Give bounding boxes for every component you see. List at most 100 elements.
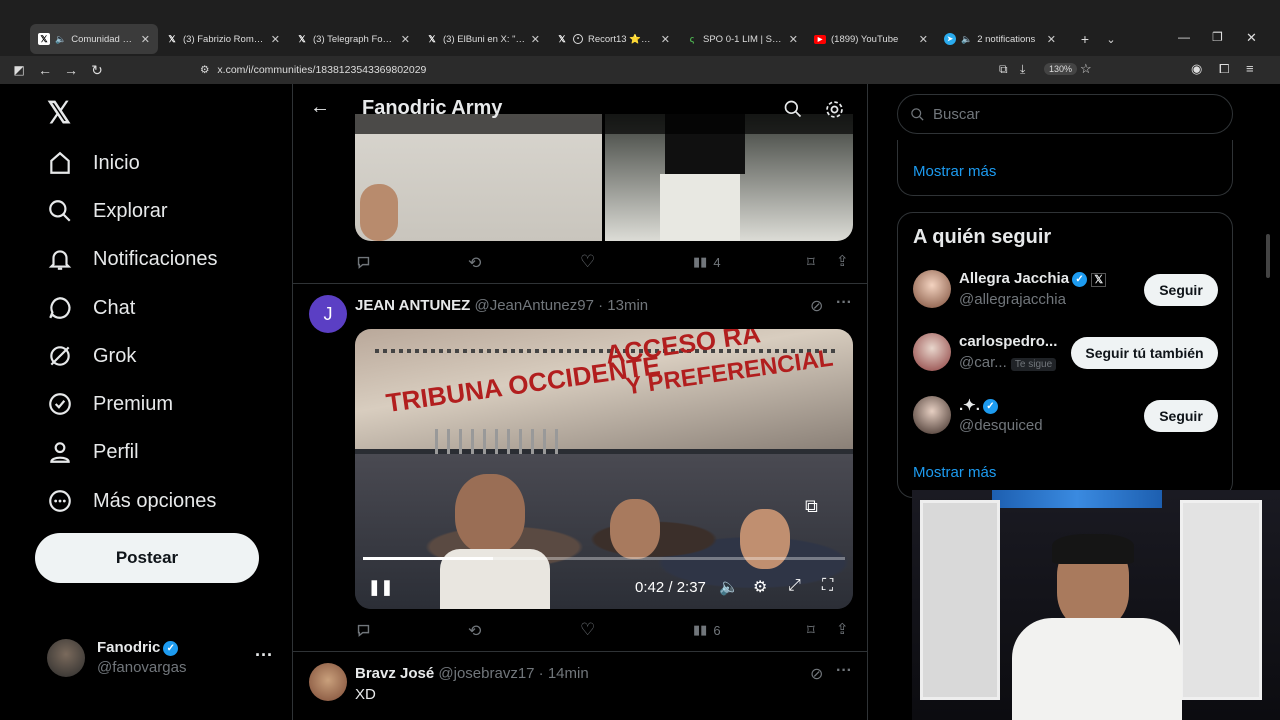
nav-item-chat[interactable]: Chat xyxy=(47,295,135,321)
author-handle[interactable]: @josebravz17 xyxy=(438,665,534,682)
share-icon[interactable]: ⇪ xyxy=(836,252,849,270)
target-icon: • xyxy=(573,34,583,44)
fullscreen-icon[interactable]: ⛶ xyxy=(822,577,833,595)
tab-fabrizio-romano[interactable]: 𝕏 (3) Fabrizio Romano e ✕ xyxy=(158,24,288,54)
views-stat[interactable]: ▮▮ 6 xyxy=(693,622,721,638)
close-tab-icon[interactable]: ✕ xyxy=(271,33,280,46)
back-arrow-icon[interactable]: ← xyxy=(310,96,330,119)
author-name[interactable]: JEAN ANTUNEZ xyxy=(355,297,470,314)
show-more-link[interactable]: Mostrar más xyxy=(913,163,996,180)
restore-icon[interactable]: ❐ xyxy=(1212,30,1223,44)
video-player[interactable]: TRIBUNA OCCIDENTE ACCESO RÁ Y PREFERENCI… xyxy=(355,329,853,609)
close-tab-icon[interactable]: ✕ xyxy=(141,33,150,46)
close-tab-icon[interactable]: ✕ xyxy=(401,33,410,46)
download-icon[interactable]: ⤓ xyxy=(1020,62,1025,77)
reload-icon[interactable]: ↻ xyxy=(84,57,110,83)
account-more-icon[interactable]: ··· xyxy=(255,645,273,666)
account-icon[interactable]: ◉ xyxy=(1191,61,1202,77)
follow-button[interactable]: Seguir xyxy=(1144,274,1218,306)
close-tab-icon[interactable]: ✕ xyxy=(531,33,540,46)
tab-elbuni[interactable]: 𝕏 (3) ElBuni en X: "En ru ✕ xyxy=(418,24,548,54)
bookmark-icon[interactable]: ⌑ xyxy=(807,621,815,639)
share-icon[interactable]: ⇪ xyxy=(836,620,849,638)
browser-menu-icon[interactable]: ≡ xyxy=(1246,61,1254,76)
scrollbar-thumb[interactable] xyxy=(1266,234,1270,278)
tab-title: Recort13 ⭐⭐⭐ xyxy=(588,33,656,45)
post-time[interactable]: · 14min xyxy=(539,665,589,682)
close-tab-icon[interactable]: ✕ xyxy=(789,33,798,46)
account-switcher[interactable]: Fanodric ✓ @fanovargas ··· xyxy=(47,637,292,683)
zoom-level[interactable]: 130% xyxy=(1044,63,1078,75)
follow-suggestion[interactable]: Allegra Jacchia ✓ 𝕏 @allegrajacchia Segui… xyxy=(898,263,1232,323)
avatar[interactable]: J xyxy=(309,295,347,333)
x-logo-icon: 𝕏 xyxy=(298,33,306,44)
like-icon[interactable]: ♡ xyxy=(580,252,595,272)
gear-icon[interactable] xyxy=(824,99,845,120)
tab-title: (3) ElBuni en X: "En ru xyxy=(443,33,526,45)
like-icon[interactable]: ♡ xyxy=(580,620,595,640)
nav-item-perfil[interactable]: Perfil xyxy=(47,439,139,465)
more-icon[interactable]: ··· xyxy=(836,662,852,680)
follow-button[interactable]: Seguir xyxy=(1144,400,1218,432)
pause-icon[interactable]: ❚❚ xyxy=(368,578,393,596)
post-button[interactable]: Postear xyxy=(35,533,259,583)
bookmark-icon[interactable]: ⌑ xyxy=(807,253,815,271)
tab-sport-boys[interactable]: ς SPO 0-1 LIM | Sport B ✕ xyxy=(678,24,806,54)
new-tab-icon[interactable]: + xyxy=(1072,26,1098,52)
more-icon[interactable]: ··· xyxy=(836,294,852,312)
screenshot-icon[interactable]: ⧉ xyxy=(999,62,1008,77)
tab-telegraph-football[interactable]: 𝕏 (3) Telegraph Football ✕ xyxy=(288,24,418,54)
url-field[interactable]: ⚙ x.com/i/communities/183812354336980202… xyxy=(200,58,1100,82)
post-time[interactable]: · 13min xyxy=(598,297,648,314)
nav-item-notificaciones[interactable]: Notificaciones xyxy=(47,246,218,272)
tab-recort13[interactable]: 𝕏 • Recort13 ⭐⭐⭐ ✕ xyxy=(548,24,678,54)
post-card[interactable]: J JEAN ANTUNEZ @JeanAntunez97 · 13min ⊘ … xyxy=(293,284,867,652)
extensions-icon[interactable]: ⧠ xyxy=(1219,61,1229,77)
video-progress-track[interactable] xyxy=(363,557,845,560)
close-tab-icon[interactable]: ✕ xyxy=(919,33,928,46)
back-arrow-icon[interactable]: ← xyxy=(32,57,58,83)
picture-in-picture-icon[interactable]: ⧉ xyxy=(805,496,818,517)
tab-comunidad-fanodric[interactable]: 𝕏 🔈 Comunidad Fanod ✕ xyxy=(30,24,158,54)
follow-suggestion[interactable]: .✦. ✓ @desquiced Seguir xyxy=(898,389,1232,449)
site-info-icon[interactable]: ⚙ xyxy=(200,64,209,76)
volume-icon[interactable]: 🔈 xyxy=(719,577,739,597)
suggestion-name: .✦. ✓ xyxy=(959,396,998,414)
nav-item-mas-opciones[interactable]: Más opciones xyxy=(47,488,216,514)
home-icon xyxy=(50,151,70,174)
follow-back-button[interactable]: Seguir tú también xyxy=(1071,337,1218,369)
workspaces-icon[interactable]: ◩ xyxy=(6,57,32,83)
repost-icon[interactable]: ⟲ xyxy=(468,621,481,641)
close-window-icon[interactable]: ✕ xyxy=(1246,30,1257,46)
tab-youtube[interactable]: ▶ (1899) YouTube ✕ xyxy=(806,24,936,54)
nav-item-inicio[interactable]: Inicio xyxy=(47,150,140,176)
search-box[interactable]: Buscar xyxy=(897,94,1233,134)
close-tab-icon[interactable]: ✕ xyxy=(1047,33,1056,46)
repost-icon[interactable]: ⟲ xyxy=(468,253,481,273)
close-tab-icon[interactable]: ✕ xyxy=(661,33,670,46)
forward-arrow-icon[interactable]: → xyxy=(58,57,84,83)
reply-icon[interactable] xyxy=(355,622,372,639)
community-header: ← Fanodric Army xyxy=(293,84,867,134)
grok-icon[interactable]: ⊘ xyxy=(810,664,823,684)
nav-item-explorar[interactable]: Explorar xyxy=(47,198,167,224)
grok-icon[interactable]: ⊘ xyxy=(810,296,823,316)
avatar[interactable] xyxy=(309,663,347,701)
post-card[interactable]: Bravz José @josebravz17 · 14min ⊘ ··· XD xyxy=(293,652,867,720)
author-handle[interactable]: @JeanAntunez97 xyxy=(474,297,593,314)
author-name[interactable]: Bravz José xyxy=(355,665,434,682)
pip-mode-icon[interactable]: ⤢ xyxy=(788,577,801,595)
x-logo-icon[interactable]: 𝕏 xyxy=(47,96,71,131)
settings-gear-icon[interactable]: ⚙ xyxy=(753,577,767,597)
bookmark-star-icon[interactable]: ☆ xyxy=(1080,61,1092,77)
nav-item-grok[interactable]: Grok xyxy=(47,343,136,369)
show-more-link[interactable]: Mostrar más xyxy=(913,464,996,481)
tab-list-chevron-icon[interactable]: ⌄ xyxy=(1098,26,1124,52)
follow-suggestion[interactable]: carlospedro... @car... Te sigue Seguir t… xyxy=(898,326,1232,386)
nav-item-premium[interactable]: Premium xyxy=(47,391,173,417)
reply-icon[interactable] xyxy=(355,254,372,271)
search-icon[interactable] xyxy=(783,99,803,119)
tab-telegram[interactable]: ➤ 🔈 2 notifications ✕ xyxy=(936,24,1064,54)
minimize-icon[interactable]: — xyxy=(1178,30,1190,44)
views-stat[interactable]: ▮▮ 4 xyxy=(693,254,721,270)
